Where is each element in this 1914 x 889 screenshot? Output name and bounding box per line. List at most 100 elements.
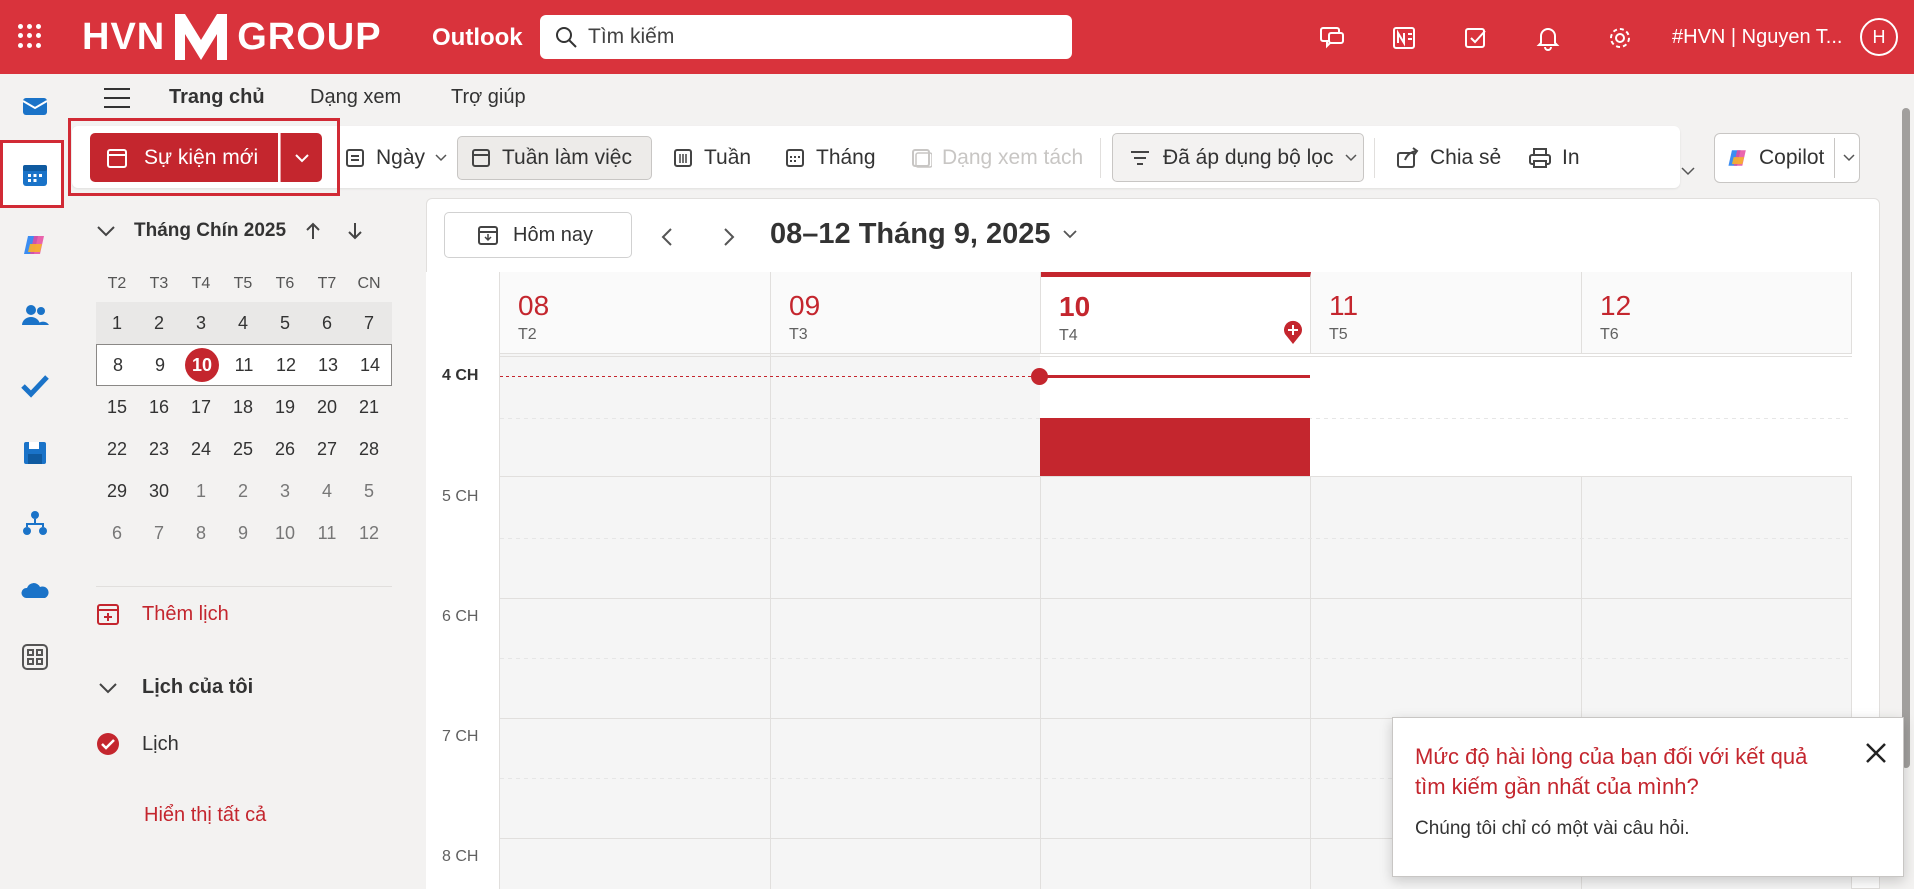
day-cell[interactable]: 27 <box>306 439 348 460</box>
chevron-down-icon[interactable] <box>1843 154 1855 162</box>
day-column[interactable] <box>771 354 1041 889</box>
more-apps-icon[interactable] <box>14 636 56 678</box>
day-cell[interactable]: 25 <box>222 439 264 460</box>
new-event-dropdown[interactable] <box>280 133 322 182</box>
split-view-button[interactable]: Dạng xem tách <box>898 136 1095 180</box>
search-box[interactable] <box>540 15 1072 59</box>
day-cell[interactable]: 11 <box>306 523 348 544</box>
day-header-today[interactable]: 10 T4 <box>1041 272 1311 354</box>
day-header[interactable]: 11 T5 <box>1311 272 1582 354</box>
onedrive-cloud-icon[interactable] <box>14 570 56 612</box>
day-cell[interactable]: 23 <box>138 439 180 460</box>
day-cell[interactable]: 9 <box>139 355 181 376</box>
day-cell[interactable]: 3 <box>264 481 306 502</box>
day-cell[interactable]: 22 <box>96 439 138 460</box>
next-arrow-icon[interactable] <box>722 226 736 248</box>
view-week-button[interactable]: Tuần <box>660 136 763 180</box>
day-cell[interactable]: 20 <box>306 397 348 418</box>
day-header[interactable]: 08 T2 <box>500 272 771 354</box>
settings-gear-icon[interactable] <box>1606 24 1634 52</box>
day-cell[interactable]: 12 <box>265 355 307 376</box>
chevron-down-icon[interactable] <box>435 154 447 162</box>
todo-icon[interactable] <box>1462 24 1490 52</box>
day-cell[interactable]: 6 <box>306 313 348 334</box>
day-cell[interactable]: 15 <box>96 397 138 418</box>
arrow-down-icon[interactable] <box>346 221 364 241</box>
day-cell[interactable]: 29 <box>96 481 138 502</box>
app-name[interactable]: Outlook <box>432 24 523 52</box>
day-cell[interactable]: 30 <box>138 481 180 502</box>
view-month-button[interactable]: Tháng <box>772 136 888 180</box>
onenote-icon[interactable] <box>1390 24 1418 52</box>
notification-bell-icon[interactable] <box>1534 24 1562 52</box>
day-cell[interactable]: 12 <box>348 523 390 544</box>
teams-chat-icon[interactable] <box>1318 24 1346 52</box>
save-disk-icon[interactable] <box>14 432 56 474</box>
avatar[interactable]: H <box>1860 18 1898 56</box>
day-cell[interactable]: 7 <box>348 313 390 334</box>
close-icon[interactable] <box>1863 740 1889 766</box>
feedback-body[interactable]: Chúng tôi chỉ có một vài câu hỏi. <box>1415 818 1690 840</box>
previous-arrow-icon[interactable] <box>660 226 674 248</box>
day-header[interactable]: 09 T3 <box>771 272 1041 354</box>
new-event-button[interactable]: Sự kiện mới <box>90 133 278 182</box>
day-cell[interactable]: 7 <box>138 523 180 544</box>
ribbon-overflow-chevron-icon[interactable] <box>1680 166 1696 176</box>
day-cell[interactable]: 5 <box>264 313 306 334</box>
day-cell[interactable]: 4 <box>222 313 264 334</box>
day-cell[interactable]: 1 <box>96 313 138 334</box>
my-calendars-group[interactable]: Lịch của tôi <box>98 676 253 699</box>
day-cell[interactable]: 2 <box>222 481 264 502</box>
tab-help[interactable]: Trợ giúp <box>451 86 526 109</box>
checked-circle-icon[interactable] <box>96 732 120 756</box>
tab-home[interactable]: Trang chủ <box>169 86 265 109</box>
day-cell[interactable]: 26 <box>264 439 306 460</box>
add-event-pin-icon[interactable] <box>1282 319 1304 345</box>
day-cell[interactable]: 11 <box>223 355 265 376</box>
todo-check-icon[interactable] <box>14 364 56 406</box>
day-cell[interactable]: 19 <box>264 397 306 418</box>
view-day-button[interactable]: Ngày <box>332 136 459 180</box>
day-cell[interactable]: 24 <box>180 439 222 460</box>
day-cell[interactable]: 8 <box>180 523 222 544</box>
day-cell[interactable]: 3 <box>180 313 222 334</box>
day-cell[interactable]: 10 <box>264 523 306 544</box>
user-name[interactable]: #HVN | Nguyen T... <box>1672 26 1842 49</box>
calendar-event[interactable] <box>1040 418 1310 476</box>
day-header[interactable]: 12 T6 <box>1582 272 1852 354</box>
arrow-up-icon[interactable] <box>304 221 322 241</box>
mini-calendar-title[interactable]: Tháng Chín 2025 <box>134 220 286 242</box>
print-button[interactable]: In <box>1516 136 1592 180</box>
day-cell[interactable]: 18 <box>222 397 264 418</box>
view-work-week-button[interactable]: Tuần làm việc <box>457 136 652 180</box>
people-icon[interactable] <box>14 294 56 336</box>
tab-view[interactable]: Dạng xem <box>310 86 401 109</box>
chevron-down-icon[interactable] <box>96 225 116 237</box>
hamburger-menu-icon[interactable] <box>104 88 130 108</box>
mail-icon[interactable] <box>14 84 56 126</box>
day-column[interactable] <box>500 354 771 889</box>
day-cell[interactable]: 5 <box>348 481 390 502</box>
day-cell[interactable]: 8 <box>97 355 139 376</box>
add-calendar-link[interactable]: Thêm lịch <box>96 602 229 626</box>
calendar-list-item[interactable]: Lịch <box>96 732 179 756</box>
show-all-link[interactable]: Hiển thị tất cả <box>144 804 266 827</box>
search-input[interactable] <box>588 25 1028 49</box>
day-cell[interactable]: 9 <box>222 523 264 544</box>
day-cell[interactable]: 14 <box>349 355 391 376</box>
day-cell[interactable]: 4 <box>306 481 348 502</box>
day-cell[interactable]: 28 <box>348 439 390 460</box>
today-day-cell[interactable]: 10 <box>185 348 219 382</box>
date-range-picker[interactable]: 08–12 Tháng 9, 2025 <box>770 218 1077 251</box>
calendar-icon[interactable] <box>14 154 56 196</box>
copilot-button[interactable]: Copilot <box>1714 133 1860 183</box>
copilot-icon[interactable] <box>14 224 56 266</box>
day-cell[interactable]: 13 <box>307 355 349 376</box>
org-explorer-icon[interactable] <box>14 502 56 544</box>
day-cell[interactable]: 16 <box>138 397 180 418</box>
filter-button[interactable]: Đã áp dụng bộ lọc <box>1112 133 1364 182</box>
day-cell[interactable]: 21 <box>348 397 390 418</box>
day-cell[interactable]: 1 <box>180 481 222 502</box>
scrollbar-thumb[interactable] <box>1902 108 1910 768</box>
day-cell[interactable]: 17 <box>180 397 222 418</box>
